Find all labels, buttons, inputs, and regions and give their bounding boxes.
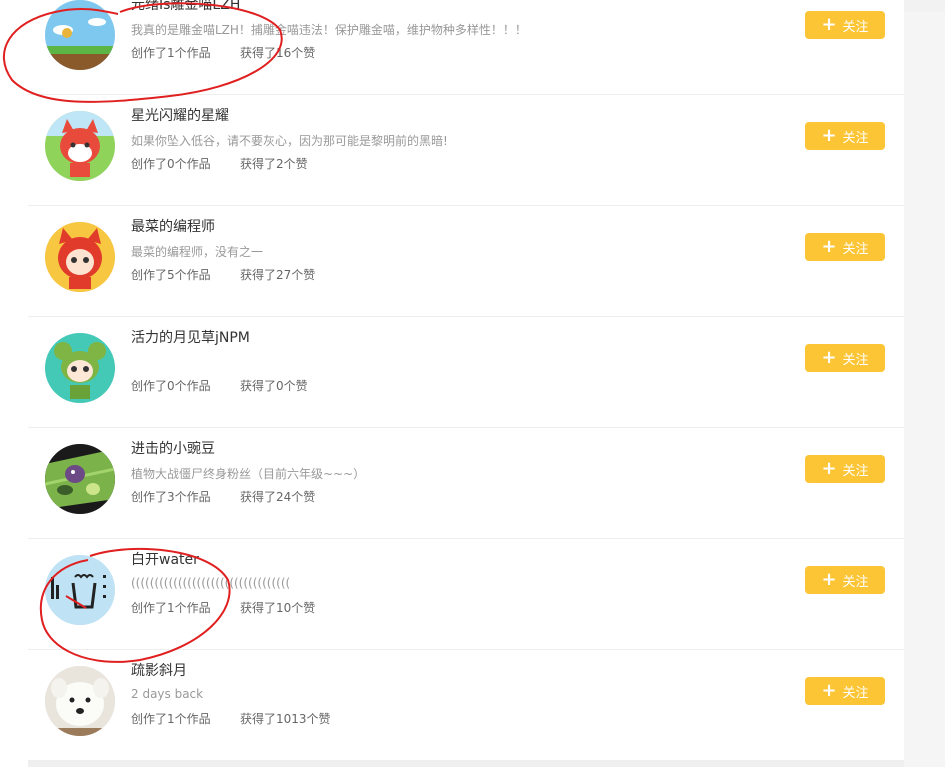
- list-bottom-edge: [28, 760, 904, 767]
- user-bio: 最菜的编程师，没有之一: [131, 245, 264, 259]
- plus-icon: +: [821, 347, 837, 368]
- user-bio: 如果你坠入低谷，请不要灰心，因为那可能是黎明前的黑暗!: [131, 134, 448, 148]
- follow-label: 关注: [842, 574, 869, 590]
- follow-button[interactable]: + 关注: [805, 11, 885, 39]
- works-count: 创作了0个作品: [131, 379, 211, 393]
- likes-count: 获得了2个赞: [240, 157, 308, 171]
- sky-landscape-icon[interactable]: [45, 0, 115, 70]
- follow-label: 关注: [842, 19, 869, 35]
- red-fox-cartoon-icon[interactable]: [45, 111, 115, 181]
- user-name[interactable]: 最菜的编程师: [131, 216, 215, 236]
- plus-icon: +: [821, 458, 837, 479]
- likes-count: 获得了10个赞: [240, 601, 316, 615]
- plus-icon: +: [821, 680, 837, 701]
- follow-button[interactable]: + 关注: [805, 566, 885, 594]
- user-bio: 植物大战僵尸终身粉丝（目前六年级~~~）: [131, 467, 366, 481]
- plus-icon: +: [821, 236, 837, 257]
- list-item: 星光闪耀的星耀 如果你坠入低谷，请不要灰心，因为那可能是黎明前的黑暗! 创作了0…: [28, 96, 904, 206]
- follow-button[interactable]: + 关注: [805, 344, 885, 372]
- white-dog-icon[interactable]: [45, 666, 115, 736]
- list-item: 最菜的编程师 最菜的编程师，没有之一 创作了5个作品 获得了27个赞 + 关注: [28, 207, 904, 317]
- plus-icon: +: [821, 569, 837, 590]
- plus-icon: +: [821, 14, 837, 35]
- list-item: 活力的月见草jNPM 创作了0个作品 获得了0个赞 + 关注: [28, 318, 904, 428]
- user-name[interactable]: 元绪Is雕金喵LZH: [131, 0, 240, 14]
- fox-hood-cartoon-icon[interactable]: [45, 222, 115, 292]
- follow-label: 关注: [842, 130, 869, 146]
- user-name[interactable]: 星光闪耀的星耀: [131, 105, 229, 125]
- list-item: 白开water ((((((((((((((((((((((((((((((((…: [28, 540, 904, 650]
- works-count: 创作了1个作品: [131, 601, 211, 615]
- works-count: 创作了3个作品: [131, 490, 211, 504]
- follow-button[interactable]: + 关注: [805, 122, 885, 150]
- follow-button[interactable]: + 关注: [805, 455, 885, 483]
- likes-count: 获得了1013个赞: [240, 712, 331, 726]
- follow-label: 关注: [842, 352, 869, 368]
- user-name[interactable]: 疏影斜月: [131, 660, 187, 680]
- list-item: 进击的小豌豆 植物大战僵尸终身粉丝（目前六年级~~~） 创作了3个作品 获得了2…: [28, 429, 904, 539]
- list-item: 疏影斜月 2 days back 创作了1个作品 获得了1013个赞 + 关注: [28, 651, 904, 761]
- works-count: 创作了1个作品: [131, 46, 211, 60]
- plus-icon: +: [821, 125, 837, 146]
- works-count: 创作了1个作品: [131, 712, 211, 726]
- likes-count: 获得了0个赞: [240, 379, 308, 393]
- green-bear-cartoon-icon[interactable]: [45, 333, 115, 403]
- user-bio: 我真的是雕金喵LZH！捕雕金喵违法！保护雕金喵，维护物种多样性！！！: [131, 23, 527, 37]
- follow-button[interactable]: + 关注: [805, 233, 885, 261]
- zombie-game-icon[interactable]: [45, 444, 115, 514]
- water-cup-icon[interactable]: [45, 555, 115, 625]
- right-gutter: [904, 12, 945, 767]
- user-name[interactable]: 白开water: [131, 549, 199, 569]
- follow-button[interactable]: + 关注: [805, 677, 885, 705]
- likes-count: 获得了27个赞: [240, 268, 316, 282]
- works-count: 创作了0个作品: [131, 157, 211, 171]
- likes-count: 获得了24个赞: [240, 490, 316, 504]
- follow-label: 关注: [842, 685, 869, 701]
- list-item: 元绪Is雕金喵LZH 我真的是雕金喵LZH！捕雕金喵违法！保护雕金喵，维护物种多…: [28, 0, 904, 95]
- user-bio: ((((((((((((((((((((((((((((((((((: [131, 576, 291, 590]
- likes-count: 获得了16个赞: [240, 46, 316, 60]
- follow-label: 关注: [842, 241, 869, 257]
- follow-label: 关注: [842, 463, 869, 479]
- works-count: 创作了5个作品: [131, 268, 211, 282]
- user-bio: 2 days back: [131, 687, 204, 701]
- user-name[interactable]: 活力的月见草jNPM: [131, 327, 250, 347]
- user-name[interactable]: 进击的小豌豆: [131, 438, 215, 458]
